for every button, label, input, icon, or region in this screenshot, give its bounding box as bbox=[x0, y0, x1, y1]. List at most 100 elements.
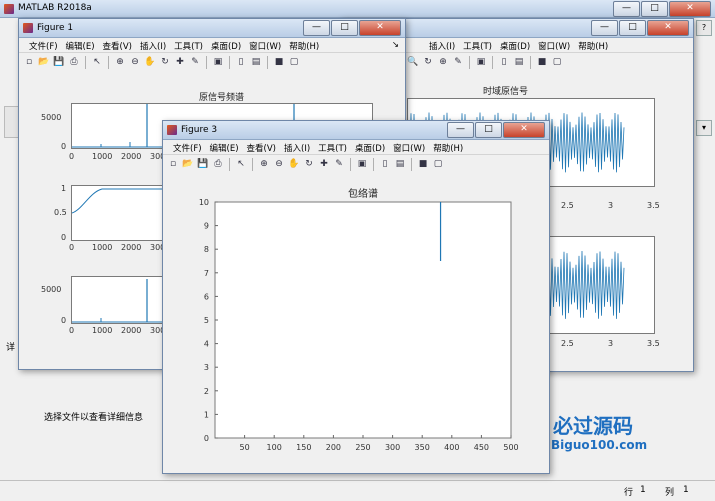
figure3-close-button[interactable]: ✕ bbox=[503, 122, 545, 138]
figure1-open-icon[interactable]: 📂 bbox=[38, 56, 50, 68]
status-col-value: 1 bbox=[683, 485, 689, 495]
panel-collapse-button[interactable]: ▾ bbox=[696, 120, 712, 136]
figure3-new-icon[interactable]: ▫ bbox=[167, 158, 179, 170]
figure1-link-icon[interactable]: ▣ bbox=[212, 56, 224, 68]
figure1-maximize-button[interactable]: □ bbox=[331, 20, 358, 36]
figure3-legend-icon[interactable]: ▤ bbox=[394, 158, 406, 170]
chart-title: 包络谱 bbox=[348, 187, 378, 200]
figure2-dock-icon[interactable]: ▢ bbox=[551, 56, 563, 68]
figure3-zoom-out-icon[interactable]: ⊖ bbox=[273, 158, 285, 170]
figure1-plot1-ytick: 0 bbox=[61, 142, 67, 151]
figure3-rotate-icon[interactable]: ↻ bbox=[303, 158, 315, 170]
x-tick-label: 450 bbox=[474, 443, 489, 452]
figure2-zoom-out-icon[interactable]: 🔍 bbox=[407, 56, 419, 68]
figure3-datatip-icon[interactable]: ✚ bbox=[318, 158, 330, 170]
y-tick-label: 1 bbox=[204, 410, 209, 419]
figure3-menu-help[interactable]: 帮助(H) bbox=[429, 140, 467, 154]
figure1-pan-icon[interactable]: ✋ bbox=[144, 56, 156, 68]
figure1-close-button[interactable]: ✕ bbox=[359, 20, 401, 36]
figure1-legend-icon[interactable]: ▤ bbox=[250, 56, 262, 68]
figure2-menu-insert[interactable]: 插入(I) bbox=[425, 38, 459, 52]
envelope-spectrum-chart: 包络谱 0 1 2 3 4 5 6 7 8 9 10 50 100 150 200 250 300 350 400 45… bbox=[199, 187, 519, 452]
maximize-button[interactable]: □ bbox=[641, 1, 668, 17]
figure1-menu-dock-icon[interactable]: ↘ bbox=[388, 38, 405, 52]
figure2-plot1-title: 时域原信号 bbox=[483, 87, 529, 97]
figure3-menu-file[interactable]: 文件(F) bbox=[169, 140, 206, 154]
figure1-colorbar-icon[interactable]: ▯ bbox=[235, 56, 247, 68]
figure1-minimize-button[interactable]: — bbox=[303, 20, 330, 36]
details-panel-tab[interactable]: 详 bbox=[6, 340, 15, 353]
figure2-brush-icon[interactable]: ✎ bbox=[452, 56, 464, 68]
figure2-menu-window[interactable]: 窗口(W) bbox=[534, 38, 574, 52]
figure3-open-icon[interactable]: 📂 bbox=[182, 158, 194, 170]
matlab-window-title: MATLAB R2018a bbox=[18, 3, 92, 13]
figure1-zoom-in-icon[interactable]: ⊕ bbox=[114, 56, 126, 68]
figure3-menu-view[interactable]: 查看(V) bbox=[243, 140, 280, 154]
figure3-menu-desktop[interactable]: 桌面(D) bbox=[351, 140, 389, 154]
figure3-canvas: 包络谱 0 1 2 3 4 5 6 7 8 9 10 50 100 150 200 250 300 350 400 45… bbox=[163, 172, 549, 473]
figure1-menu-bar: 文件(F) 编辑(E) 查看(V) 插入(I) 工具(T) 桌面(D) 窗口(W… bbox=[19, 38, 405, 53]
figure1-menu-tools[interactable]: 工具(T) bbox=[170, 38, 207, 52]
figure3-menu-tools[interactable]: 工具(T) bbox=[314, 140, 351, 154]
figure3-minimize-button[interactable]: — bbox=[447, 122, 474, 138]
figure1-matlab-icon bbox=[23, 23, 33, 33]
y-tick-label: 7 bbox=[204, 269, 209, 278]
figure1-save-icon[interactable]: 💾 bbox=[53, 56, 65, 68]
figure1-datatip-icon[interactable]: ✚ bbox=[174, 56, 186, 68]
figure2-hide-tools-icon[interactable]: ■ bbox=[536, 56, 548, 68]
figure1-menu-window[interactable]: 窗口(W) bbox=[245, 38, 285, 52]
figure1-window-title: Figure 1 bbox=[37, 23, 74, 33]
figure1-print-icon[interactable]: ⎙ bbox=[68, 56, 80, 68]
figure1-plot1-ytick: 5000 bbox=[41, 113, 62, 122]
figure3-brush-icon[interactable]: ✎ bbox=[333, 158, 345, 170]
figure3-pan-icon[interactable]: ✋ bbox=[288, 158, 300, 170]
figure3-link-icon[interactable]: ▣ bbox=[356, 158, 368, 170]
figure3-save-icon[interactable]: 💾 bbox=[197, 158, 209, 170]
x-tick-label: 100 bbox=[267, 443, 282, 452]
minimize-button[interactable]: — bbox=[613, 1, 640, 17]
figure1-new-icon[interactable]: ▫ bbox=[23, 56, 35, 68]
figure3-menu-edit[interactable]: 编辑(E) bbox=[206, 140, 243, 154]
figure1-menu-desktop[interactable]: 桌面(D) bbox=[207, 38, 245, 52]
watermark-brand: 必过源码 bbox=[553, 414, 633, 438]
figure2-menu-tools[interactable]: 工具(T) bbox=[459, 38, 496, 52]
figure1-rotate-icon[interactable]: ↻ bbox=[159, 56, 171, 68]
figure1-menu-insert[interactable]: 插入(I) bbox=[136, 38, 170, 52]
figure1-pointer-icon[interactable]: ↖ bbox=[91, 56, 103, 68]
figure2-legend-icon[interactable]: ▤ bbox=[513, 56, 525, 68]
figure1-hide-tools-icon[interactable]: ■ bbox=[273, 56, 285, 68]
help-button[interactable]: ? bbox=[696, 20, 712, 36]
figure2-plot1-xtick: 2.5 bbox=[561, 201, 574, 210]
figure3-maximize-button[interactable]: □ bbox=[475, 122, 502, 138]
figure3-pointer-icon[interactable]: ↖ bbox=[235, 158, 247, 170]
figure2-menu-help[interactable]: 帮助(H) bbox=[574, 38, 612, 52]
figure2-maximize-button[interactable]: □ bbox=[619, 20, 646, 36]
figure2-link-icon[interactable]: ▣ bbox=[475, 56, 487, 68]
figure3-menu-insert[interactable]: 插入(I) bbox=[280, 140, 314, 154]
figure3-dock-icon[interactable]: ▢ bbox=[432, 158, 444, 170]
figure1-plot3-xtick: 2000 bbox=[121, 326, 142, 335]
y-tick-label: 3 bbox=[204, 363, 209, 372]
figure2-plot2-xtick: 3 bbox=[608, 339, 614, 348]
figure3-print-icon[interactable]: ⎙ bbox=[212, 158, 224, 170]
figure1-zoom-out-icon[interactable]: ⊖ bbox=[129, 56, 141, 68]
figure2-menu-desktop[interactable]: 桌面(D) bbox=[496, 38, 534, 52]
figure2-rotate-icon[interactable]: ↻ bbox=[422, 56, 434, 68]
figure3-colorbar-icon[interactable]: ▯ bbox=[379, 158, 391, 170]
figure3-zoom-in-icon[interactable]: ⊕ bbox=[258, 158, 270, 170]
figure2-close-button[interactable]: ✕ bbox=[647, 20, 689, 36]
figure3-hide-tools-icon[interactable]: ■ bbox=[417, 158, 429, 170]
figure1-menu-view[interactable]: 查看(V) bbox=[99, 38, 136, 52]
status-row-label: 行 bbox=[624, 488, 634, 498]
figure2-minimize-button[interactable]: — bbox=[591, 20, 618, 36]
figure2-datatip-icon[interactable]: ⊕ bbox=[437, 56, 449, 68]
figure3-menu-window[interactable]: 窗口(W) bbox=[389, 140, 429, 154]
figure2-colorbar-icon[interactable]: ▯ bbox=[498, 56, 510, 68]
figure1-dock-icon[interactable]: ▢ bbox=[288, 56, 300, 68]
figure1-menu-file[interactable]: 文件(F) bbox=[25, 38, 62, 52]
figure1-menu-help[interactable]: 帮助(H) bbox=[285, 38, 323, 52]
close-button[interactable]: ✕ bbox=[669, 1, 711, 17]
figure1-menu-edit[interactable]: 编辑(E) bbox=[62, 38, 99, 52]
figure1-brush-icon[interactable]: ✎ bbox=[189, 56, 201, 68]
matlab-title-bar: MATLAB R2018a — □ ✕ bbox=[0, 0, 715, 18]
